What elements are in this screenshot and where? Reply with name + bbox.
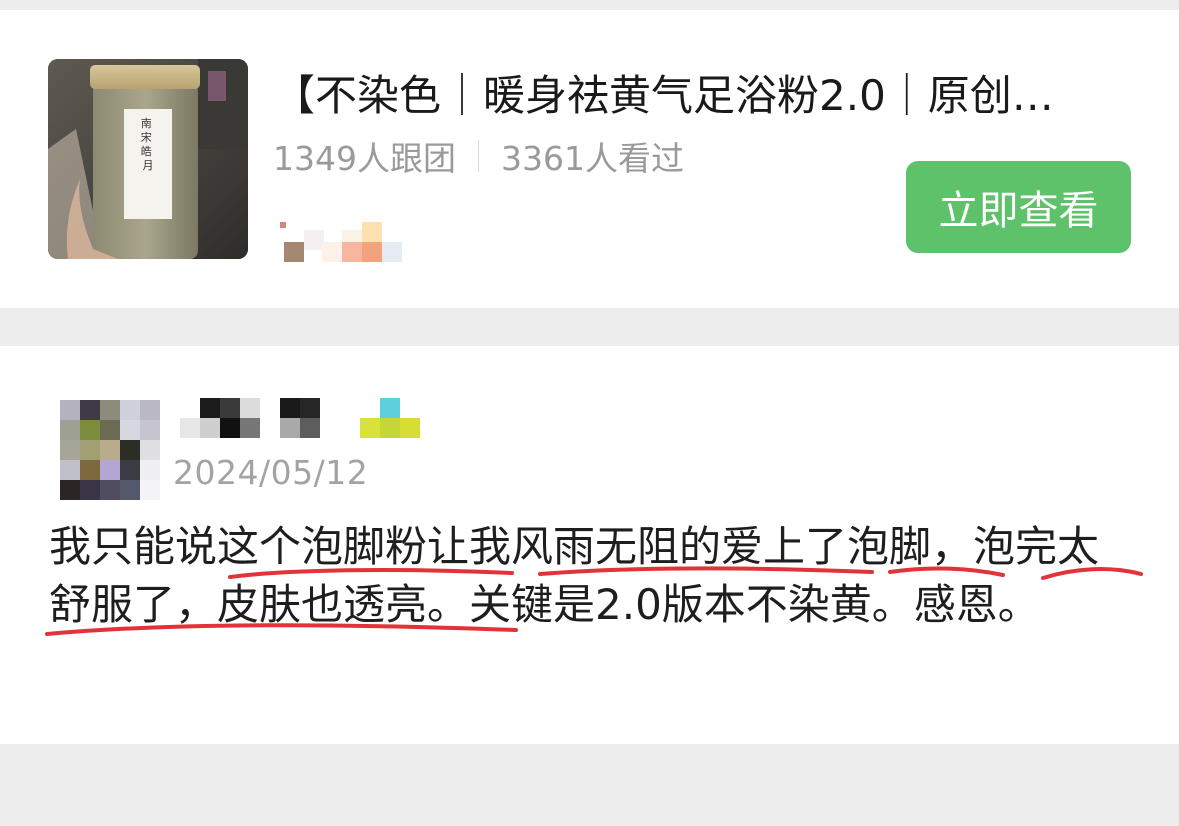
- reviewer-name-pixelated: [180, 398, 420, 438]
- product-thumbnail[interactable]: 南 宋 皓 月: [48, 59, 248, 259]
- follower-count: 1349人跟团: [273, 139, 456, 178]
- review-card: 2024/05/12 我只能说这个泡脚粉让我风雨无阻的爱上了泡脚，泡完太舒服了，…: [0, 346, 1179, 744]
- view-count: 3361人看过: [500, 139, 684, 178]
- review-date: 2024/05/12: [173, 453, 369, 492]
- product-image: 南 宋 皓 月: [48, 59, 248, 259]
- vertical-divider-icon: [477, 140, 479, 172]
- product-card[interactable]: 南 宋 皓 月 【不染色｜暖身祛黄气足浴粉2.0｜原创… 1349人跟团 336…: [0, 10, 1179, 308]
- review-text: 我只能说这个泡脚粉让我风雨无阻的爱上了泡脚，泡完太舒服了，皮肤也透亮。关键是2.…: [49, 522, 1100, 629]
- product-stats: 1349人跟团 3361人看过: [273, 134, 684, 178]
- buyer-avatars-pixelated: [280, 222, 402, 262]
- reviewer-avatar-pixelated[interactable]: [60, 400, 160, 500]
- product-title[interactable]: 【不染色｜暖身祛黄气足浴粉2.0｜原创…: [273, 68, 1133, 124]
- view-now-button[interactable]: 立即查看: [906, 161, 1131, 253]
- jar-label-text: 南 宋 皓 月: [141, 117, 156, 172]
